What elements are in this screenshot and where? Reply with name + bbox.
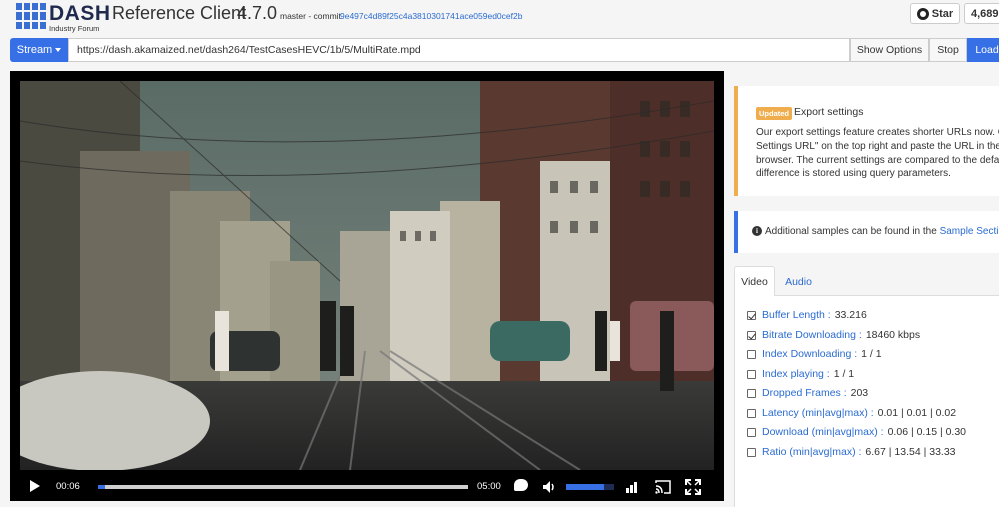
stat-label[interactable]: Index Downloading : — [762, 348, 857, 360]
stat-checkbox[interactable] — [747, 388, 756, 398]
show-options-button[interactable]: Show Options — [850, 38, 929, 62]
cast-icon[interactable] — [654, 480, 672, 494]
fullscreen-icon[interactable] — [685, 479, 701, 495]
stats-tabs: Video Audio — [734, 266, 999, 297]
sample-section-link[interactable]: Sample Sectio — [940, 226, 999, 237]
app-title: Reference Client — [112, 3, 247, 23]
info-text: Additional samples can be found in the — [765, 226, 937, 237]
stat-checkbox[interactable] — [747, 447, 756, 457]
stats-panel: Buffer Length : 33.216 Bitrate Downloadi… — [734, 296, 999, 507]
stat-row-dropped-frames: Dropped Frames : 203 — [747, 387, 868, 399]
notice-body: Our export settings feature creates shor… — [756, 127, 999, 180]
stat-label[interactable]: Bitrate Downloading : — [762, 329, 862, 341]
stat-row-bitrate-downloading: Bitrate Downloading : 18460 kbps — [747, 329, 920, 341]
seek-bar-fill — [98, 485, 106, 489]
stat-label[interactable]: Ratio (min|avg|max) : — [762, 446, 861, 458]
bitrate-icon[interactable] — [625, 480, 639, 494]
caret-down-icon — [55, 48, 62, 52]
video-player: 00:06 05:00 — [10, 71, 724, 501]
player-controls: 00:06 05:00 — [10, 472, 724, 501]
stat-label[interactable]: Dropped Frames : — [762, 387, 847, 399]
tab-video[interactable]: Video — [734, 266, 775, 297]
export-settings-notice: Updated Export settings Our export setti… — [734, 86, 999, 196]
stop-button[interactable]: Stop — [929, 38, 967, 62]
dash-logo-icon — [16, 3, 46, 29]
stream-url-input[interactable] — [68, 38, 850, 62]
tab-audio[interactable]: Audio — [776, 266, 821, 297]
stat-row-index-playing: Index playing : 1 / 1 — [747, 368, 854, 380]
stat-checkbox[interactable] — [747, 369, 756, 379]
stream-dropdown-button[interactable]: Stream — [10, 38, 68, 62]
branch-label: master - commit — [280, 11, 341, 21]
stat-row-index-downloading: Index Downloading : 1 / 1 — [747, 348, 882, 360]
stat-value: 1 / 1 — [833, 368, 855, 380]
stat-checkbox[interactable] — [747, 349, 756, 359]
samples-info: i Additional samples can be found in the… — [734, 211, 999, 253]
duration: 05:00 — [477, 481, 501, 492]
notice-title: Export settings — [794, 106, 864, 118]
stat-label[interactable]: Index playing : — [762, 368, 830, 380]
dash-logo[interactable]: DASH Industry Forum — [16, 3, 111, 33]
info-icon: i — [752, 226, 762, 236]
logo-subtext: Industry Forum — [49, 24, 100, 33]
stat-label[interactable]: Download (min|avg|max) : — [762, 426, 884, 438]
stat-row-latency: Latency (min|avg|max) : 0.01 | 0.01 | 0.… — [747, 407, 956, 419]
stat-value: 0.06 | 0.15 | 0.30 — [887, 426, 967, 438]
stat-value: 0.01 | 0.01 | 0.02 — [877, 407, 957, 419]
stat-value: 18460 kbps — [865, 329, 921, 341]
stat-value: 1 / 1 — [861, 348, 882, 360]
play-icon[interactable] — [30, 480, 40, 492]
stat-checkbox[interactable] — [747, 330, 756, 340]
updated-badge: Updated — [756, 107, 792, 120]
volume-icon[interactable] — [542, 480, 556, 494]
stat-label[interactable]: Buffer Length : — [762, 309, 831, 321]
stat-checkbox[interactable] — [747, 427, 756, 437]
stat-row-buffer-length: Buffer Length : 33.216 — [747, 309, 867, 321]
seek-bar[interactable] — [98, 485, 468, 489]
street-scene-image — [20, 81, 714, 470]
video-frame[interactable] — [20, 81, 714, 470]
github-icon — [916, 7, 929, 20]
star-label: Star — [931, 7, 954, 20]
stat-value: 6.67 | 13.54 | 33.33 — [865, 446, 956, 458]
header: DASH Industry Forum Reference Client 4.7… — [0, 0, 999, 34]
github-star-button[interactable]: Star — [910, 3, 960, 24]
star-count[interactable]: 4,689 — [964, 3, 999, 24]
stat-value: 203 — [850, 387, 869, 399]
stat-checkbox[interactable] — [747, 310, 756, 320]
stat-value: 33.216 — [834, 309, 867, 321]
stat-row-download: Download (min|avg|max) : 0.06 | 0.15 | 0… — [747, 426, 966, 438]
stat-label[interactable]: Latency (min|avg|max) : — [762, 407, 874, 419]
captions-icon[interactable] — [514, 479, 528, 491]
app-version: 4.7.0 — [237, 3, 278, 23]
stat-row-ratio: Ratio (min|avg|max) : 6.67 | 13.54 | 33.… — [747, 446, 956, 458]
volume-slider[interactable] — [566, 484, 614, 490]
commit-link[interactable]: 9e497c4d89f25c4a3810301741ace059ed0cef2b — [340, 11, 522, 21]
current-time: 00:06 — [56, 481, 80, 492]
stream-label: Stream — [16, 44, 53, 56]
load-button[interactable]: Load — [967, 38, 999, 62]
volume-slider-fill — [566, 484, 605, 490]
stat-checkbox[interactable] — [747, 408, 756, 418]
logo-text: DASH — [49, 2, 111, 25]
